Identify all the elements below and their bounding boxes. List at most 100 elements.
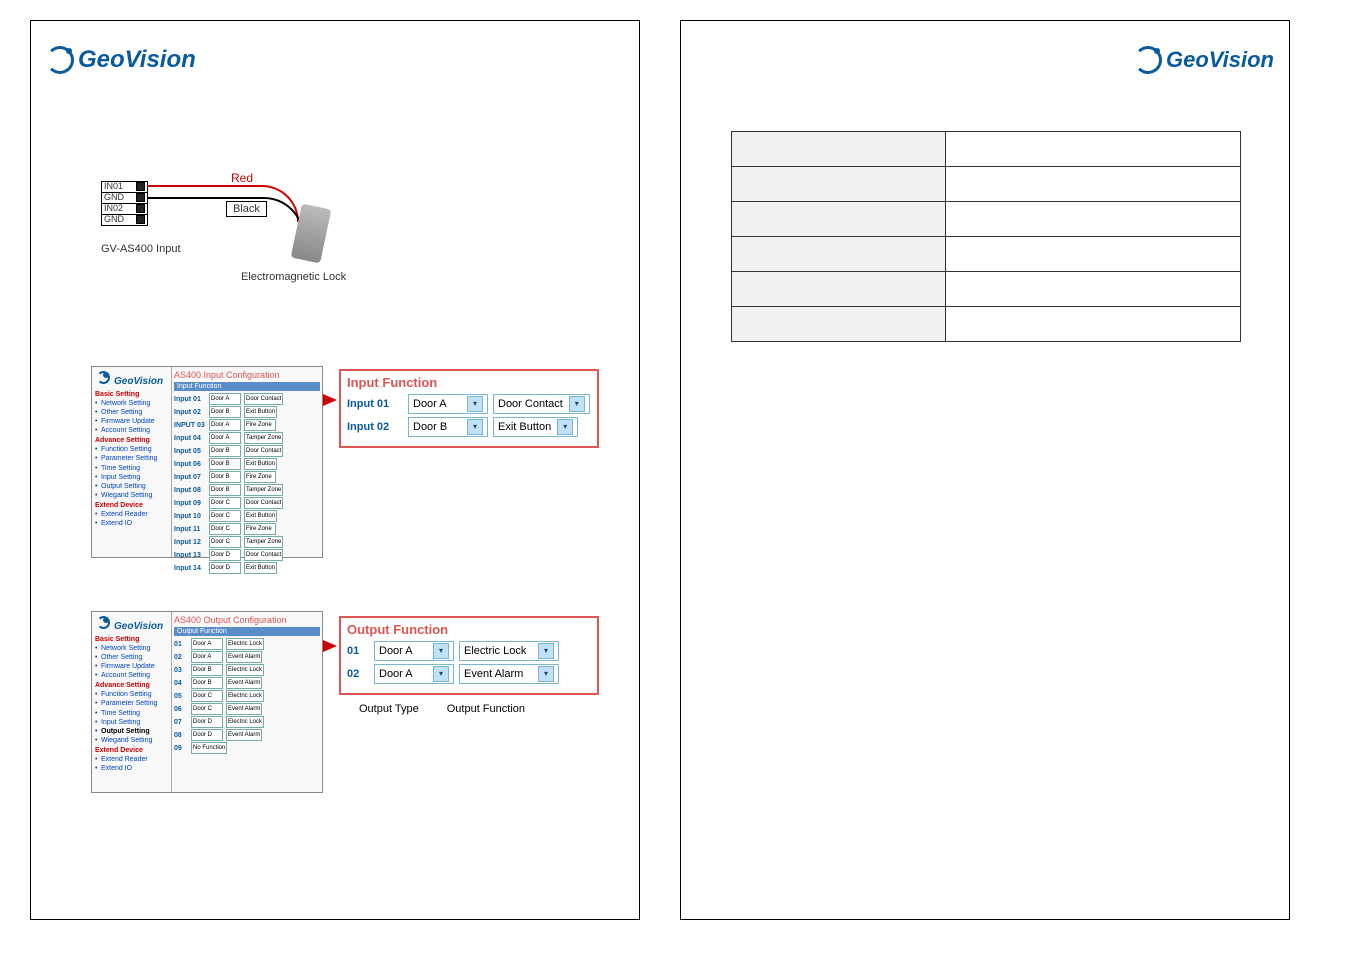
nav-item[interactable]: Extend Reader — [95, 755, 168, 764]
nav-item[interactable]: Parameter Setting — [95, 454, 168, 463]
nav-item[interactable]: Input Setting — [95, 473, 168, 482]
nav-item[interactable]: Extend Reader — [95, 510, 168, 519]
fn-mini-select[interactable]: Tamper Zone — [244, 432, 283, 444]
door-mini-select[interactable]: Door C — [209, 536, 241, 548]
fn-mini-select[interactable]: Tamper Zone — [244, 536, 283, 548]
nav-item[interactable]: Extend IO — [95, 764, 168, 773]
fn-mini-select[interactable]: Exit Button — [244, 510, 277, 522]
function-select[interactable]: Exit Button▾ — [493, 417, 578, 437]
lock-label: Electromagnetic Lock — [241, 271, 346, 283]
door-mini-select[interactable]: No Function — [191, 742, 227, 754]
nav-item[interactable]: Network Setting — [95, 644, 168, 653]
row-id: Input 12 — [174, 539, 206, 546]
nav-item[interactable]: Extend IO — [95, 519, 168, 528]
nav-item-active[interactable]: Output Setting — [95, 727, 168, 736]
door-select[interactable]: Door A▾ — [408, 394, 488, 414]
nav-item[interactable]: Other Setting — [95, 408, 168, 417]
fn-mini-select[interactable]: Fire Zone — [244, 419, 276, 431]
fn-mini-select[interactable]: Exit Button — [244, 406, 277, 418]
door-mini-select[interactable]: Door C — [191, 690, 223, 702]
fn-mini-select[interactable]: Event Alarm — [226, 729, 262, 741]
door-mini-select[interactable]: Door B — [209, 406, 241, 418]
fn-mini-select[interactable]: Tamper Zone — [244, 484, 283, 496]
fn-mini-select[interactable]: Event Alarm — [226, 677, 262, 689]
nav-item[interactable]: Wiegand Setting — [95, 491, 168, 500]
nav-item[interactable]: Account Setting — [95, 426, 168, 435]
right-page-table — [731, 131, 1241, 342]
nav-item[interactable]: Firmware Update — [95, 417, 168, 426]
config-row: Input 11Door CFire Zone — [174, 523, 320, 535]
fn-mini-select[interactable]: Electric Lock — [226, 716, 264, 728]
table-cell — [945, 272, 1240, 307]
fn-mini-select[interactable]: Electric Lock — [226, 690, 264, 702]
door-mini-select[interactable]: Door D — [191, 729, 223, 741]
config-row: Input 04Door ATamper Zone — [174, 432, 320, 444]
function-select[interactable]: Door Contact▾ — [493, 394, 590, 414]
nav-item[interactable]: Other Setting — [95, 653, 168, 662]
terminal-label: GND — [104, 215, 124, 225]
door-mini-select[interactable]: Door C — [191, 703, 223, 715]
door-mini-select[interactable]: Door B — [209, 484, 241, 496]
fn-mini-select[interactable]: Door Contact — [244, 393, 283, 405]
door-mini-select[interactable]: Door D — [209, 562, 241, 574]
nav-item[interactable]: Time Setting — [95, 464, 168, 473]
row-id: Input 11 — [174, 526, 206, 533]
nav-item[interactable]: Function Setting — [95, 690, 168, 699]
function-select[interactable]: Electric Lock▾ — [459, 641, 559, 661]
fn-mini-select[interactable]: Electric Lock — [226, 638, 264, 650]
door-mini-select[interactable]: Door D — [191, 716, 223, 728]
fn-mini-select[interactable]: Exit Button — [244, 458, 277, 470]
output-config-screenshot: GeoVision Basic Setting Network Setting … — [91, 611, 323, 793]
brand-logo: GeoVision — [1134, 46, 1274, 74]
nav-item[interactable]: Network Setting — [95, 399, 168, 408]
fn-mini-select[interactable]: Electric Lock — [226, 664, 264, 676]
row-id: 07 — [174, 719, 188, 726]
door-mini-select[interactable]: Door A — [209, 419, 241, 431]
door-mini-select[interactable]: Door A — [209, 393, 241, 405]
door-select[interactable]: Door A▾ — [374, 641, 454, 661]
callout-row: Input 02 Door B▾ Exit Button▾ — [347, 417, 591, 437]
door-mini-select[interactable]: Door C — [209, 523, 241, 535]
brand-logo: GeoVision — [46, 46, 196, 74]
nav-item[interactable]: Function Setting — [95, 445, 168, 454]
config-row: Input 13Door DDoor Contact — [174, 549, 320, 561]
door-mini-select[interactable]: Door A — [191, 638, 223, 650]
nav-item[interactable]: Output Setting — [95, 482, 168, 491]
fn-mini-select[interactable]: Event Alarm — [226, 651, 262, 663]
door-mini-select[interactable]: Door C — [209, 510, 241, 522]
fn-mini-select[interactable]: Fire Zone — [244, 523, 276, 535]
terminal-label: GND — [104, 193, 124, 203]
row-id: Input 01 — [174, 396, 206, 403]
door-select[interactable]: Door B▾ — [408, 417, 488, 437]
fn-mini-select[interactable]: Exit Button — [244, 562, 277, 574]
nav-item[interactable]: Parameter Setting — [95, 699, 168, 708]
door-mini-select[interactable]: Door D — [209, 549, 241, 561]
nav-item[interactable]: Wiegand Setting — [95, 736, 168, 745]
fn-mini-select[interactable]: Door Contact — [244, 549, 283, 561]
function-select[interactable]: Event Alarm▾ — [459, 664, 559, 684]
door-select[interactable]: Door A▾ — [374, 664, 454, 684]
nav-header: Basic Setting — [95, 636, 168, 643]
fn-mini-select[interactable]: Event Alarm — [226, 703, 262, 715]
door-mini-select[interactable]: Door C — [209, 497, 241, 509]
door-mini-select[interactable]: Door B — [209, 458, 241, 470]
fn-mini-select[interactable]: Fire Zone — [244, 471, 276, 483]
door-mini-select[interactable]: Door B — [209, 445, 241, 457]
table-row — [732, 307, 1241, 342]
door-mini-select[interactable]: Door B — [191, 664, 223, 676]
door-mini-select[interactable]: Door B — [209, 471, 241, 483]
nav-item[interactable]: Account Setting — [95, 671, 168, 680]
door-mini-select[interactable]: Door A — [191, 651, 223, 663]
nav-item[interactable]: Time Setting — [95, 709, 168, 718]
nav-item[interactable]: Input Setting — [95, 718, 168, 727]
callout-title: Output Function — [347, 622, 591, 637]
fn-mini-select[interactable]: Door Contact — [244, 497, 283, 509]
fn-mini-select[interactable]: Door Contact — [244, 445, 283, 457]
door-mini-select[interactable]: Door A — [209, 432, 241, 444]
config-row: 05Door CElectric Lock — [174, 690, 320, 702]
chevron-down-icon: ▾ — [538, 666, 554, 682]
door-mini-select[interactable]: Door B — [191, 677, 223, 689]
config-row: INPUT 03Door AFire Zone — [174, 419, 320, 431]
config-row: 02Door AEvent Alarm — [174, 651, 320, 663]
nav-item[interactable]: Firmware Update — [95, 662, 168, 671]
